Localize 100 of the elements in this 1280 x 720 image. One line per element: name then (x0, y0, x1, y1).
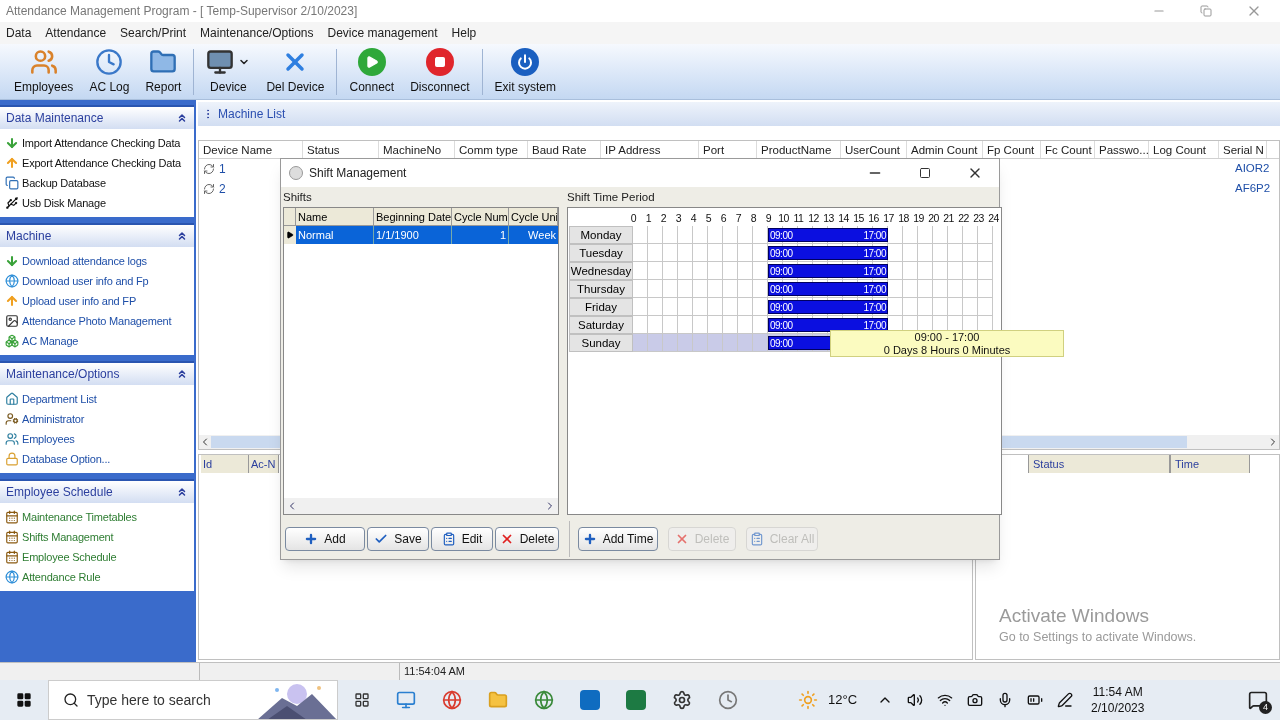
section-header[interactable]: Data Maintenance (0, 105, 194, 129)
column-header[interactable]: Beginning Date (374, 208, 452, 225)
day-track[interactable]: 09:00 17:00 (633, 298, 993, 316)
toolbar-button[interactable]: Disconnect (406, 45, 474, 98)
hour-label: 24 (987, 211, 1000, 226)
speaker-icon[interactable] (907, 692, 924, 708)
day-track[interactable]: 09:00 17:00 (633, 280, 993, 298)
people-icon (29, 47, 58, 76)
shift-bar[interactable]: 09:00 17:00 (768, 228, 888, 242)
add-button[interactable]: Add (285, 527, 365, 551)
add-button[interactable]: Add Time (578, 527, 658, 551)
column-header[interactable]: Serial N (1219, 141, 1267, 158)
section-header[interactable]: Maintenance/Options (0, 361, 194, 385)
sidebar-item[interactable]: Employees (0, 429, 194, 449)
column-header[interactable]: Status (1028, 455, 1170, 473)
day-track[interactable]: 09:00 17:00 (633, 226, 993, 244)
sidebar-item[interactable]: Employee Schedule (0, 547, 194, 567)
menu-item[interactable]: Search/Print (120, 24, 187, 42)
day-track[interactable]: 09:00 17:00 (633, 316, 993, 334)
camera-icon[interactable] (967, 692, 984, 708)
computer-icon[interactable] (396, 690, 416, 710)
menu-item[interactable]: Data (6, 24, 32, 42)
sidebar-item[interactable]: Database Option... (0, 449, 194, 469)
day-label[interactable]: Saturday (569, 316, 633, 334)
column-header[interactable]: Id (201, 455, 249, 473)
photo-icon (5, 314, 19, 328)
sidebar-item[interactable]: AC Manage (0, 331, 194, 351)
hour-label: 7 (734, 211, 743, 226)
sidebar-item[interactable]: Download user info and Fp (0, 271, 194, 291)
column-header[interactable]: Cycle Num (452, 208, 509, 225)
browser-icon[interactable] (534, 690, 554, 710)
wifi-icon[interactable] (937, 692, 954, 708)
day-label[interactable]: Tuesday (569, 244, 633, 262)
column-header[interactable]: Log Count (1149, 141, 1219, 158)
task-view-icon[interactable] (354, 692, 370, 708)
sidebar-item[interactable]: Upload user info and FP (0, 291, 194, 311)
sidebar-item[interactable]: Shifts Management (0, 527, 194, 547)
delete-button[interactable]: Delete (495, 527, 559, 551)
toolbar-button[interactable]: Del Device (262, 45, 329, 98)
collapse-icon[interactable] (176, 230, 188, 242)
toolbar-button[interactable]: Report (141, 45, 186, 98)
shift-bar[interactable]: 09:00 17:00 (768, 282, 888, 296)
shift-row[interactable]: Normal 1/1/1900 1 Week (284, 226, 558, 244)
search-field[interactable]: Type here to search (48, 680, 338, 720)
sidebar-item[interactable]: Attendance Rule (0, 567, 194, 587)
edit-button[interactable]: Edit (431, 527, 493, 551)
column-header[interactable]: Time (1170, 455, 1250, 473)
browser-icon[interactable] (442, 690, 462, 710)
sidebar-item[interactable]: Download attendance logs (0, 251, 194, 271)
battery-icon[interactable] (1027, 692, 1044, 708)
toolbar-button[interactable]: Employees (10, 45, 78, 98)
sidebar-item[interactable]: Usb Disk Manage (0, 193, 194, 213)
save-button[interactable]: Save (367, 527, 429, 551)
day-label[interactable]: Monday (569, 226, 633, 244)
table-cell-text: AIOR2 (1234, 161, 1271, 177)
clock-time[interactable]: 11:54 AM (1092, 684, 1143, 700)
day-track[interactable]: 09:00 17:00 (633, 244, 993, 262)
clock-app-icon[interactable] (718, 690, 738, 710)
toolbar-button[interactable]: Exit system (490, 45, 560, 98)
day-label[interactable]: Wednesday (569, 262, 633, 280)
windows-start-icon[interactable] (16, 692, 32, 708)
column-header[interactable]: Ac-N (249, 455, 279, 473)
menu-item[interactable]: Attendance (45, 24, 107, 42)
column-header[interactable]: Passwo... (1095, 141, 1149, 158)
sidebar-item[interactable]: Administrator (0, 409, 194, 429)
collapse-icon[interactable] (176, 112, 188, 124)
table-cell-text: 1 (219, 161, 226, 178)
collapse-icon[interactable] (176, 368, 188, 380)
menu-item[interactable]: Maintenance/Options (200, 24, 314, 42)
day-label[interactable]: Friday (569, 298, 633, 316)
sidebar-item[interactable]: Maintenance Timetables (0, 507, 194, 527)
section-header[interactable]: Employee Schedule (0, 479, 194, 503)
shift-bar[interactable]: 09:00 17:00 (768, 318, 888, 332)
day-label[interactable]: Sunday (569, 334, 633, 352)
column-header[interactable]: Cycle Uni (509, 208, 558, 225)
shift-bar[interactable]: 09:00 17:00 (768, 264, 888, 278)
maximize-icon[interactable] (919, 167, 931, 179)
sidebar-item[interactable]: Export Attendance Checking Data (0, 153, 194, 173)
shift-bar[interactable]: 09:00 17:00 (768, 246, 888, 260)
collapse-icon[interactable] (176, 486, 188, 498)
toolbar-button[interactable]: Connect (345, 45, 399, 98)
sidebar-item[interactable]: Department List (0, 389, 194, 409)
day-track[interactable]: 09:00 17:00 (633, 262, 993, 280)
day-label[interactable]: Thursday (569, 280, 633, 298)
sidebar-item[interactable]: Backup Database (0, 173, 194, 193)
table-cell: 1 (452, 226, 509, 244)
shift-bar[interactable]: 09:00 17:00 (768, 300, 888, 314)
horizontal-scrollbar[interactable] (284, 498, 558, 514)
sidebar-item[interactable]: Attendance Photo Management (0, 311, 194, 331)
toolbar-button[interactable]: AC Log (85, 45, 134, 98)
sidebar-item[interactable]: Import Attendance Checking Data (0, 133, 194, 153)
section-header[interactable]: Machine (0, 223, 194, 247)
column-header[interactable]: Fc Count (1041, 141, 1095, 158)
clock-date[interactable]: 2/10/2023 (1091, 700, 1145, 716)
pen-icon[interactable] (1057, 692, 1074, 708)
toolbar-button[interactable]: Device (202, 45, 255, 98)
settings-icon[interactable] (672, 690, 692, 710)
column-header[interactable]: Name (296, 208, 374, 225)
menu-item[interactable]: Help (451, 24, 477, 42)
menu-item[interactable]: Device management (327, 24, 438, 42)
